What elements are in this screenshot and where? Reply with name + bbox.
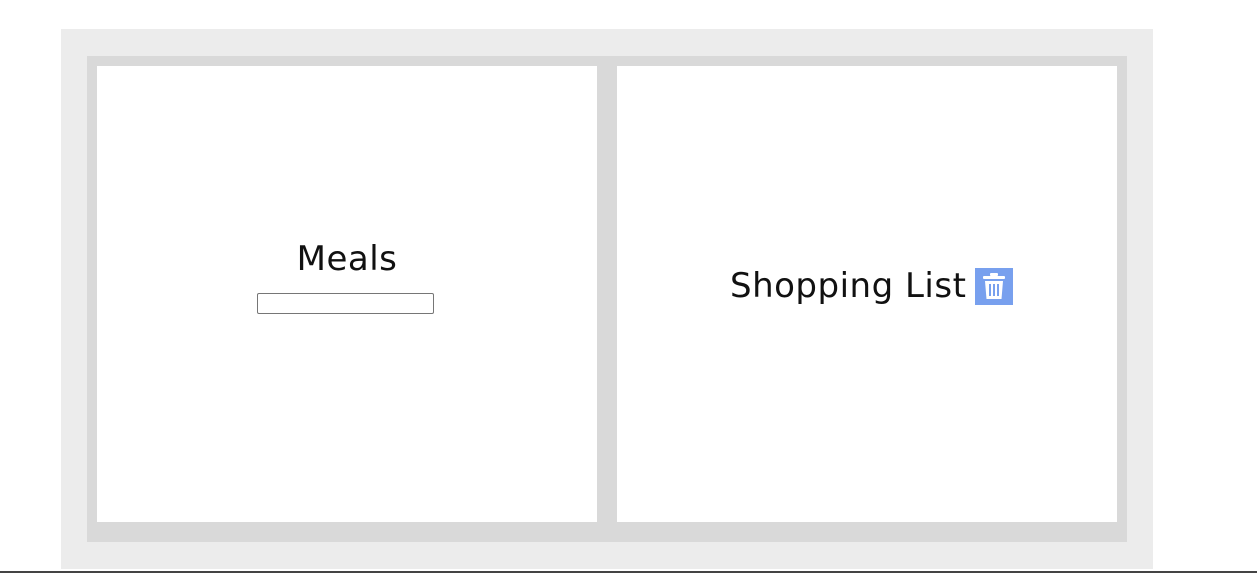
app-inner-frame: Meals Shopping List: [87, 56, 1127, 542]
meals-title: Meals: [296, 239, 398, 279]
shopping-list-title: Shopping List: [730, 266, 967, 306]
shopping-list-header: Shopping List: [730, 266, 1014, 306]
app-outer-frame: Meals Shopping List: [61, 29, 1153, 569]
meals-panel: Meals: [97, 66, 597, 522]
trash-icon: [982, 272, 1006, 300]
meals-input[interactable]: [257, 293, 434, 314]
clear-list-button[interactable]: [975, 267, 1014, 305]
shopping-list-panel: Shopping List: [617, 66, 1117, 522]
